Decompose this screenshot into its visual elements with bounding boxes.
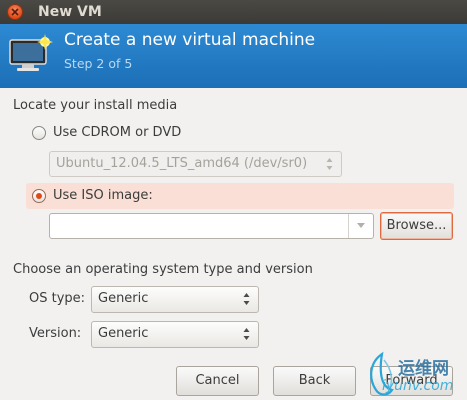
cancel-button[interactable]: Cancel	[176, 366, 259, 396]
step-indicator: Step 2 of 5	[64, 56, 133, 71]
os-version-value: Generic	[98, 326, 149, 341]
browse-button[interactable]: Browse...	[380, 212, 453, 240]
iso-path-combo[interactable]	[49, 213, 374, 239]
iso-radio[interactable]	[32, 189, 46, 203]
updown-icon	[243, 293, 250, 305]
chevron-down-icon	[357, 223, 365, 228]
window-title: New VM	[38, 4, 102, 20]
updown-icon	[326, 158, 333, 170]
os-heading: Choose an operating system type and vers…	[13, 262, 313, 277]
install-media-heading: Locate your install media	[13, 98, 178, 113]
iso-radio-label[interactable]: Use ISO image:	[53, 187, 153, 205]
cdrom-radio[interactable]	[32, 126, 46, 140]
window-titlebar[interactable]: New VM	[0, 0, 467, 24]
cdrom-device-select[interactable]: Ubuntu_12.04.5_LTS_amd64 (/dev/sr0)	[49, 151, 342, 177]
forward-button[interactable]: Forward	[370, 366, 453, 396]
iso-dropdown-button[interactable]	[348, 214, 373, 238]
updown-icon	[243, 328, 250, 340]
back-button[interactable]: Back	[273, 366, 356, 396]
cdrom-device-value: Ubuntu_12.04.5_LTS_amd64 (/dev/sr0)	[56, 156, 308, 171]
os-type-select[interactable]: Generic	[91, 286, 259, 313]
close-icon[interactable]	[7, 4, 23, 20]
page-title: Create a new virtual machine	[64, 30, 316, 50]
os-version-label: Version:	[29, 326, 82, 341]
cdrom-radio-label[interactable]: Use CDROM or DVD	[53, 124, 181, 142]
wizard-header: Create a new virtual machine Step 2 of 5	[0, 24, 467, 88]
os-version-select[interactable]: Generic	[91, 321, 259, 348]
new-vm-icon	[8, 34, 56, 76]
os-type-label: OS type:	[29, 291, 86, 306]
os-type-value: Generic	[98, 291, 149, 306]
